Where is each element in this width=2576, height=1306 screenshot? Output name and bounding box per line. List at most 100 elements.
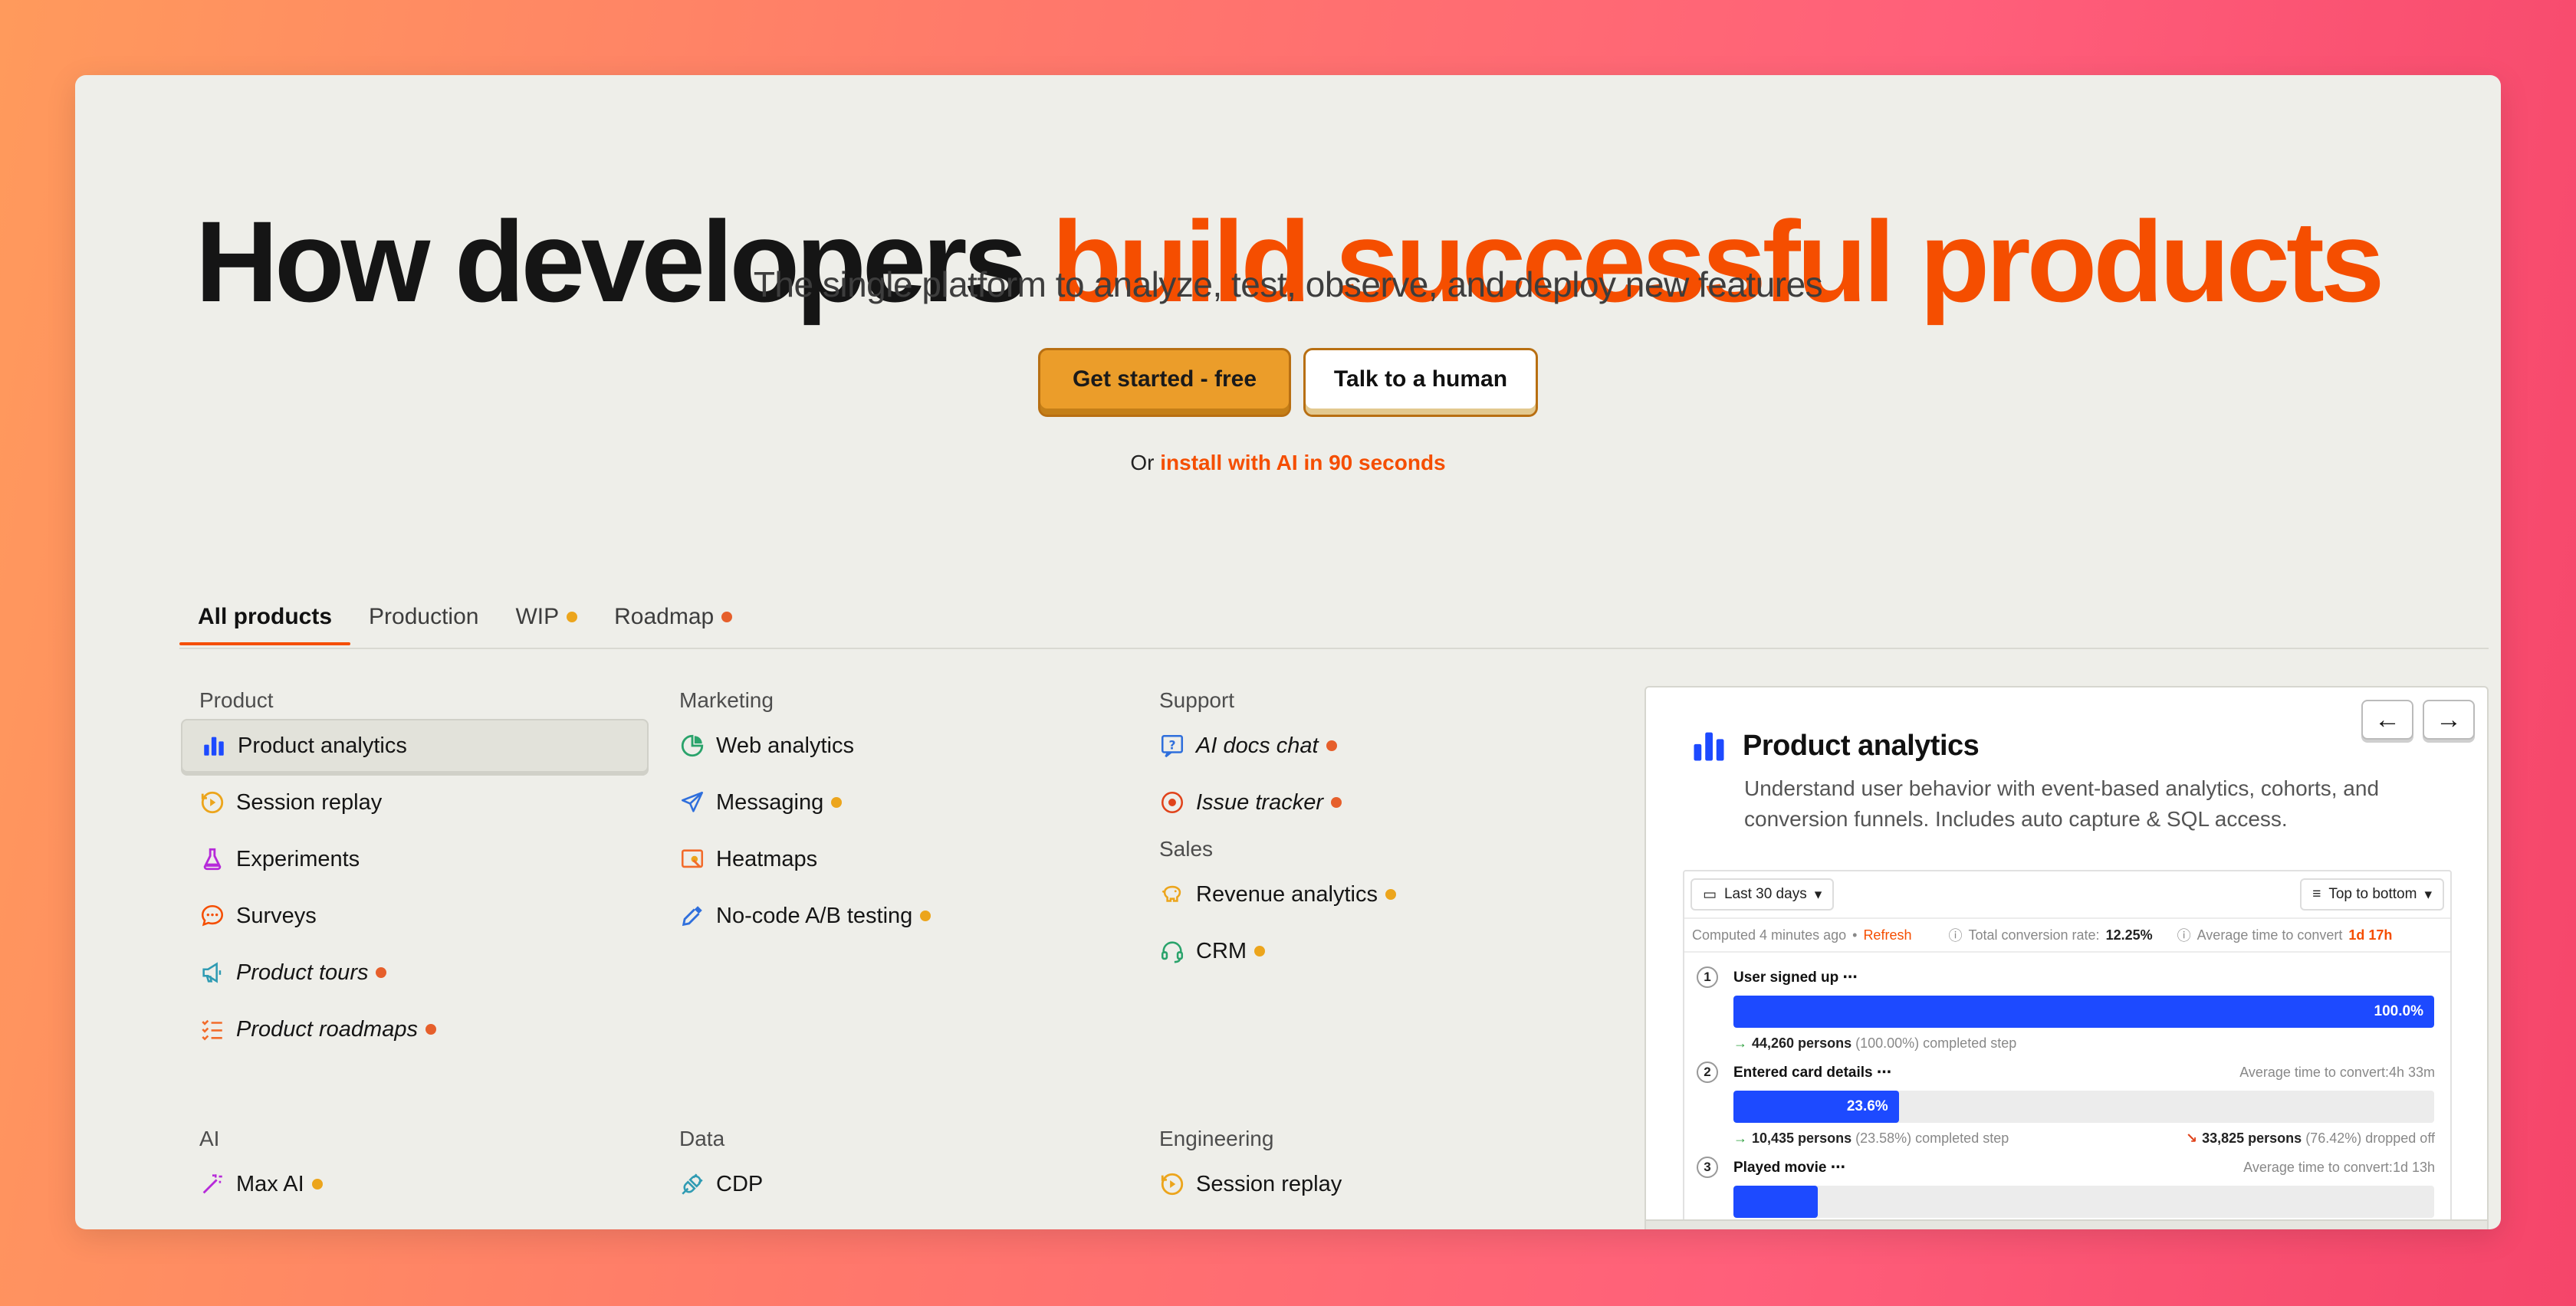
step-name: Played movie bbox=[1733, 1159, 1827, 1176]
product-item-product-analytics[interactable]: Product analytics bbox=[181, 719, 649, 773]
completed-suffix: completed step bbox=[1923, 1035, 2017, 1051]
arrow-down-right-icon: ↘ bbox=[2186, 1130, 2198, 1146]
item-label: Messaging bbox=[716, 789, 824, 815]
arrow-right-icon: → bbox=[1733, 1130, 1747, 1146]
funnel-info-bar: Computed 4 minutes ago • Refresh ⓘ Total… bbox=[1684, 917, 2450, 953]
engineering-column: Engineering Session replay bbox=[1141, 1127, 1608, 1214]
step-meta: → 44,260 persons (100.00%) completed step bbox=[1733, 1028, 2450, 1058]
tab-production[interactable]: Production bbox=[350, 604, 497, 644]
hero-title-accent: build successful products bbox=[1051, 197, 2385, 326]
help-doc-icon: ? bbox=[1159, 733, 1185, 759]
step-number: 1 bbox=[1697, 966, 1718, 988]
prev-button[interactable]: ← bbox=[2361, 700, 2413, 740]
dropped-count: 33,825 persons bbox=[2202, 1130, 2302, 1146]
talk-to-human-button[interactable]: Talk to a human bbox=[1303, 348, 1538, 417]
funnel-preview: ▭ Last 30 days ▾ ≡ Top to bottom ▾ Compu… bbox=[1683, 870, 2452, 1229]
more-icon[interactable]: ⋯ bbox=[1843, 970, 1858, 986]
product-item-product-tours[interactable]: Product tours bbox=[181, 946, 649, 999]
column-heading: AI bbox=[199, 1127, 220, 1150]
item-label: CRM bbox=[1196, 938, 1247, 963]
wip-status-dot bbox=[311, 1179, 323, 1190]
install-prefix: Or bbox=[1130, 451, 1161, 474]
step-bar-track bbox=[1733, 1186, 2434, 1218]
tab-wip[interactable]: WIP bbox=[497, 604, 596, 644]
next-button[interactable]: → bbox=[2423, 700, 2475, 740]
wip-status-dot bbox=[920, 911, 932, 921]
pie-chart-icon bbox=[679, 733, 705, 759]
megaphone-icon bbox=[199, 960, 225, 986]
completed-count: 44,260 persons bbox=[1752, 1035, 1852, 1051]
item-label: Session replay bbox=[1196, 1171, 1342, 1196]
product-item-surveys[interactable]: Surveys bbox=[181, 889, 649, 943]
piggy-bank-icon bbox=[1159, 881, 1185, 907]
arrow-right-icon: → bbox=[1733, 1035, 1747, 1051]
wip-status-dot bbox=[567, 612, 578, 622]
support-item-ai-docs-chat[interactable]: ? AI docs chat bbox=[1141, 719, 1608, 773]
product-detail-panel: ← → Product analytics Understand user be… bbox=[1644, 686, 2489, 1229]
ai-item-max-ai[interactable]: Max AI bbox=[181, 1157, 649, 1211]
install-line: Or install with AI in 90 seconds bbox=[75, 451, 2501, 475]
avg-time: Average time to convert:4h 33m bbox=[2239, 1064, 2435, 1080]
support-item-issue-tracker[interactable]: Issue tracker bbox=[1141, 776, 1608, 829]
avg-time: Average time to convert:1d 13h bbox=[2243, 1159, 2435, 1175]
sales-item-crm[interactable]: CRM bbox=[1141, 924, 1608, 978]
tab-all-products[interactable]: All products bbox=[179, 604, 351, 645]
step-number: 2 bbox=[1697, 1062, 1718, 1083]
flask-icon bbox=[199, 846, 225, 872]
step-number: 3 bbox=[1697, 1157, 1718, 1178]
heatmap-icon bbox=[679, 846, 705, 872]
completed-suffix: completed step bbox=[1915, 1130, 2009, 1146]
calendar-icon: ▭ bbox=[1703, 886, 1717, 903]
step-bar: 100.0% bbox=[1733, 996, 2434, 1028]
product-item-experiments[interactable]: Experiments bbox=[181, 832, 649, 886]
item-label: No-code A/B testing bbox=[716, 903, 913, 928]
column-heading: Engineering bbox=[1159, 1127, 1274, 1150]
total-conversion-value: 12.25% bbox=[2105, 927, 2153, 943]
funnel-step: 3 Played movie ⋯ Average time to convert:… bbox=[1684, 1157, 2450, 1218]
wip-status-dot bbox=[1385, 889, 1396, 900]
column-heading: Product bbox=[199, 688, 274, 712]
item-label: Product roadmaps bbox=[236, 1016, 418, 1042]
install-ai-link[interactable]: install with AI in 90 seconds bbox=[1160, 451, 1445, 474]
info-icon: ⓘ bbox=[1948, 928, 1963, 943]
get-started-button[interactable]: Get started - free bbox=[1038, 348, 1291, 417]
step-name: User signed up bbox=[1733, 969, 1839, 986]
item-label: Experiments bbox=[236, 846, 360, 871]
marketing-item-messaging[interactable]: Messaging bbox=[661, 776, 1129, 829]
product-item-session-replay[interactable]: Session replay bbox=[181, 776, 649, 829]
product-item-product-roadmaps[interactable]: Product roadmaps bbox=[181, 1002, 649, 1056]
tab-roadmap[interactable]: Roadmap bbox=[596, 604, 751, 644]
panel-description: Understand user behavior with event-base… bbox=[1744, 776, 2380, 831]
roadmap-status-dot bbox=[1326, 740, 1337, 751]
panel-nav: ← → bbox=[2361, 700, 2475, 740]
more-icon[interactable]: ⋯ bbox=[1831, 1160, 1845, 1176]
more-icon[interactable]: ⋯ bbox=[1877, 1065, 1891, 1081]
marketing-column: Marketing Web analytics Messaging Heatma… bbox=[661, 688, 1129, 946]
roadmap-status-dot bbox=[1331, 797, 1342, 808]
dropped-suffix: dropped off bbox=[2365, 1130, 2435, 1146]
marketing-item-web-analytics[interactable]: Web analytics bbox=[661, 719, 1129, 773]
funnel-step: 2 Entered card details ⋯ Average time to … bbox=[1684, 1062, 2450, 1153]
panel-scrollbar[interactable] bbox=[1646, 1219, 2487, 1229]
sales-item-revenue-analytics[interactable]: Revenue analytics bbox=[1141, 868, 1608, 921]
wip-status-dot bbox=[1254, 946, 1266, 957]
column-heading: Support bbox=[1159, 688, 1235, 712]
hero-subtitle: The single platform to analyze, test, ob… bbox=[753, 264, 1823, 304]
marketing-item-no-code-ab-testing[interactable]: No-code A/B testing bbox=[661, 889, 1129, 943]
step-bar-track: 100.0% bbox=[1733, 996, 2434, 1028]
data-item-cdp[interactable]: CDP bbox=[661, 1157, 1129, 1211]
separator: • bbox=[1852, 927, 1858, 943]
step-meta: → 10,435 persons (23.58%) completed step … bbox=[1733, 1123, 2450, 1153]
chevron-down-icon: ▾ bbox=[2424, 886, 2432, 903]
roadmap-status-dot bbox=[425, 1024, 436, 1035]
marketing-item-heatmaps[interactable]: Heatmaps bbox=[661, 832, 1129, 886]
column-heading: Sales bbox=[1159, 837, 1214, 861]
refresh-link[interactable]: Refresh bbox=[1863, 927, 1911, 943]
support-column: Support ? AI docs chat Issue tracker Sal… bbox=[1141, 688, 1608, 981]
tab-label: WIP bbox=[515, 604, 560, 629]
engineering-item-session-replay[interactable]: Session replay bbox=[1141, 1157, 1608, 1211]
svg-text:?: ? bbox=[1168, 738, 1175, 752]
item-label: CDP bbox=[716, 1171, 764, 1196]
date-range-select[interactable]: ▭ Last 30 days ▾ bbox=[1691, 878, 1835, 911]
layout-select[interactable]: ≡ Top to bottom ▾ bbox=[2300, 878, 2444, 911]
